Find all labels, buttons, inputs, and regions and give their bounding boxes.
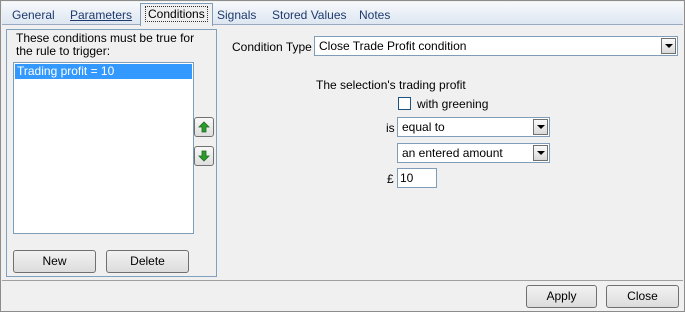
tab-parameters[interactable]: Parameters [66, 6, 136, 24]
amount-source-select[interactable]: an entered amount [397, 143, 550, 163]
tab-general[interactable]: General [8, 6, 59, 24]
footer-divider [2, 280, 683, 281]
tab-conditions[interactable]: Conditions [140, 3, 213, 26]
chevron-down-icon[interactable] [533, 119, 548, 135]
move-down-button[interactable] [194, 146, 214, 166]
tab-parameters-label: Parameters [70, 8, 133, 22]
tab-notes[interactable]: Notes [355, 6, 394, 24]
tab-stored-values[interactable]: Stored Values [268, 6, 351, 24]
is-label: is [386, 121, 395, 135]
conditions-group: These conditions must be true for the ru… [6, 29, 217, 277]
tab-conditions-label: Conditions [145, 6, 208, 22]
arrow-down-icon [198, 150, 210, 162]
tab-strip: General Parameters Conditions Signals St… [2, 2, 683, 26]
chevron-down-icon[interactable] [533, 145, 548, 161]
close-button[interactable]: Close [606, 285, 679, 308]
operator-select[interactable]: equal to [397, 117, 550, 137]
new-button[interactable]: New [13, 250, 96, 273]
currency-symbol: £ [387, 172, 394, 186]
amount-input[interactable]: 10 [397, 168, 437, 188]
with-greening-label: with greening [417, 97, 489, 111]
condition-type-select[interactable]: Close Trade Profit condition [314, 36, 678, 56]
move-up-button[interactable] [194, 117, 214, 137]
rule-editor-window: General Parameters Conditions Signals St… [0, 0, 685, 312]
apply-button[interactable]: Apply [526, 285, 597, 308]
condition-type-value: Close Trade Profit condition [319, 39, 467, 53]
conditions-list[interactable]: Trading profit = 10 [13, 62, 194, 234]
condition-type-label: Condition Type [232, 40, 312, 54]
delete-button[interactable]: Delete [106, 250, 189, 273]
chevron-down-icon[interactable] [661, 38, 676, 54]
with-greening-checkbox[interactable] [398, 97, 411, 110]
detail-heading: The selection's trading profit [316, 78, 466, 92]
operator-value: equal to [402, 120, 445, 134]
arrow-up-icon [198, 121, 210, 133]
conditions-group-title: These conditions must be true for the ru… [16, 31, 195, 58]
tab-signals[interactable]: Signals [213, 6, 260, 24]
list-item[interactable]: Trading profit = 10 [15, 64, 192, 79]
amount-source-value: an entered amount [402, 146, 503, 160]
